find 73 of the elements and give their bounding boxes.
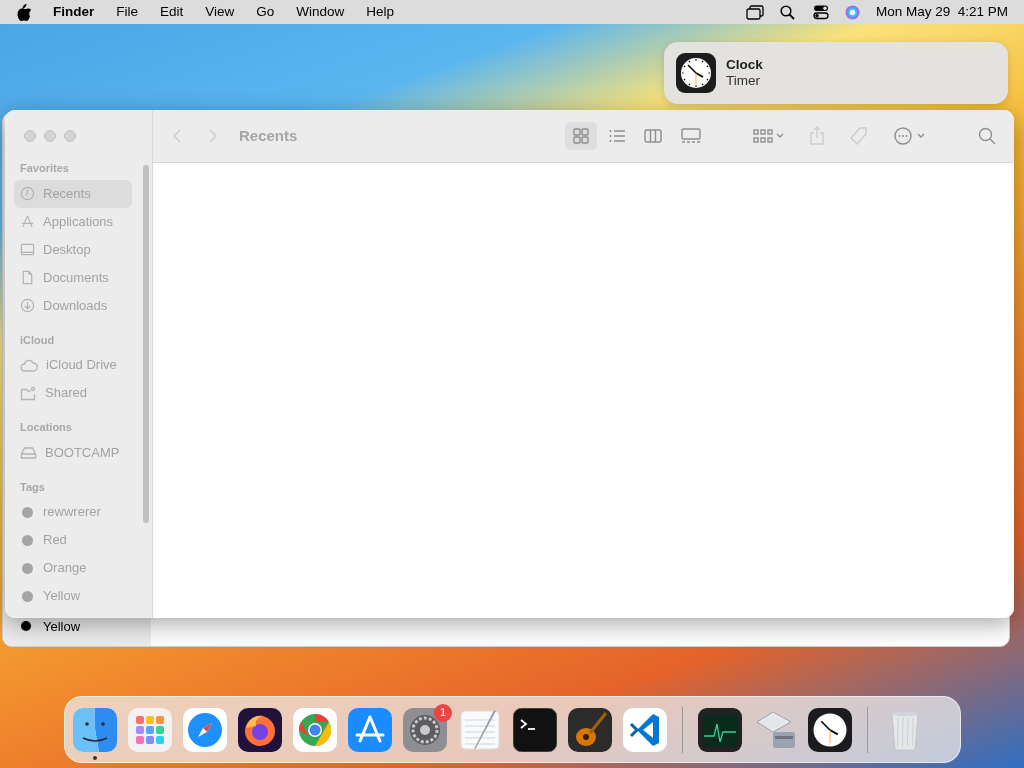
guitar-icon[interactable]: [568, 707, 612, 752]
windows-icon[interactable]: [745, 4, 764, 20]
pulse-graph-icon[interactable]: [698, 707, 742, 752]
sidebar-heading: Favorites: [19, 161, 70, 176]
more-button[interactable]: [893, 126, 926, 146]
app-store-icon[interactable]: [348, 707, 392, 752]
shared-folder-icon: [20, 385, 37, 401]
grid-icon: [572, 127, 590, 145]
grid-icon: [753, 128, 773, 144]
clock-icon[interactable]: [808, 707, 852, 752]
menu-item[interactable]: Edit: [160, 1, 184, 23]
scroll-bar[interactable]: [143, 165, 149, 523]
sidebar-item[interactable]: Orange: [14, 554, 132, 582]
toggles-icon[interactable]: [812, 4, 829, 20]
sidebar-item[interactable]: rewwrerer: [14, 498, 132, 526]
window-control-button[interactable]: [24, 130, 36, 142]
search-icon[interactable]: [779, 4, 795, 20]
sidebar-item[interactable]: Yellow: [14, 582, 132, 610]
notepad-pen-icon[interactable]: [458, 707, 502, 752]
icon-view-button[interactable]: [565, 122, 597, 150]
browser-icon[interactable]: [293, 707, 337, 752]
clock-app-icon: [676, 53, 716, 93]
compass-icon[interactable]: [183, 707, 227, 752]
fox-globe-icon[interactable]: [238, 707, 282, 752]
terminal-icon[interactable]: [513, 707, 557, 752]
sidebar-item[interactable]: Desktop: [14, 235, 132, 264]
sidebar-item[interactable]: iCloud Drive: [14, 351, 132, 379]
sidebar-item[interactable]: Recents: [14, 179, 132, 208]
app-grid-icon[interactable]: [128, 707, 172, 752]
app-menu[interactable]: Finder: [53, 1, 95, 23]
list-icon: [608, 127, 626, 145]
window-control-button[interactable]: [64, 130, 76, 142]
clock-icon: [20, 186, 35, 201]
caret-icon: [916, 132, 926, 140]
group-button[interactable]: [753, 128, 785, 144]
menu-item[interactable]: Help: [366, 1, 395, 23]
smiling-face-icon[interactable]: [73, 707, 117, 752]
desktop-icon: [20, 242, 35, 257]
notification-title: Clock: [726, 57, 763, 73]
sidebar-heading: Tags: [19, 479, 46, 495]
window-control-button[interactable]: [44, 130, 56, 142]
gallery-icon: [680, 127, 702, 145]
document-icon: [20, 270, 35, 285]
cloud-icon: [20, 357, 38, 373]
notification-badge: 1: [434, 703, 452, 722]
menu-item[interactable]: Go: [256, 1, 275, 23]
sidebar-item[interactable]: Shared: [14, 379, 132, 407]
apple-logo-icon[interactable]: [16, 3, 31, 21]
orb-icon[interactable]: [844, 4, 860, 20]
notification-message: Timer: [726, 73, 761, 89]
menu-item[interactable]: Window: [296, 1, 345, 23]
menu-item[interactable]: File: [116, 1, 139, 23]
sidebar-item[interactable]: Applications: [14, 207, 132, 236]
columns-icon: [644, 127, 662, 145]
ellipsis-icon: [893, 126, 913, 146]
window-title: Recents: [239, 125, 298, 146]
menu-bar-clock[interactable]: Mon May 29 4:21 PM: [875, 1, 1008, 23]
sidebar-item[interactable]: Red: [14, 526, 132, 554]
sidebar-heading: iCloud: [19, 332, 56, 348]
app-store-icon: [20, 214, 35, 229]
caret-icon: [775, 132, 785, 140]
drive-icon: [20, 445, 37, 460]
download-icon: [20, 298, 35, 313]
notification[interactable]: Clock Timer: [664, 42, 1008, 104]
running-indicator: [93, 755, 97, 760]
sidebar-item[interactable]: BOOTCAMP: [14, 438, 132, 467]
sidebar-item[interactable]: Downloads: [14, 291, 132, 320]
tag-label[interactable]: Yellow: [43, 616, 81, 636]
gear-icon[interactable]: [403, 707, 447, 752]
sidebar-heading: Locations: [19, 420, 73, 435]
sidebar-item[interactable]: Documents: [14, 263, 132, 292]
menu-item[interactable]: View: [205, 1, 235, 23]
code-editor-icon[interactable]: [623, 707, 667, 752]
